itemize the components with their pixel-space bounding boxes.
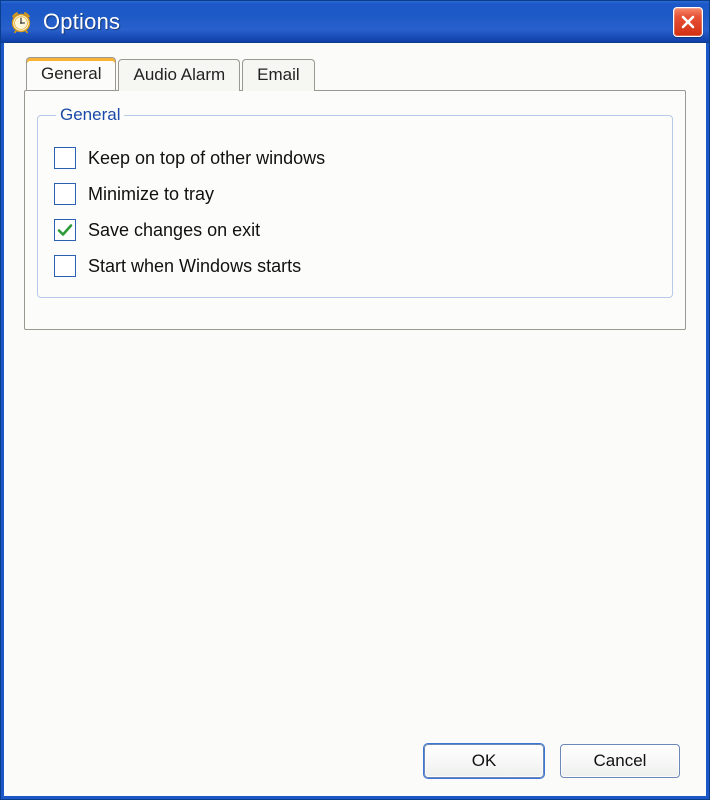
checkbox-keep-on-top[interactable]	[54, 147, 76, 169]
option-label: Minimize to tray	[88, 184, 214, 205]
alarm-clock-icon	[9, 10, 33, 34]
tab-panel-general: General Keep on top of other windows	[24, 90, 686, 330]
tab-audio-alarm[interactable]: Audio Alarm	[118, 59, 240, 91]
group-legend: General	[56, 105, 124, 125]
close-icon	[680, 14, 696, 30]
tab-email[interactable]: Email	[242, 59, 315, 91]
tabstrip: General Audio Alarm Email	[26, 57, 686, 90]
option-start-with-windows[interactable]: Start when Windows starts	[54, 255, 658, 277]
checkbox-save-on-exit[interactable]	[54, 219, 76, 241]
ok-button[interactable]: OK	[424, 744, 544, 778]
close-button[interactable]	[673, 7, 703, 37]
spacer	[24, 330, 686, 732]
option-keep-on-top[interactable]: Keep on top of other windows	[54, 147, 658, 169]
checkbox-minimize-to-tray[interactable]	[54, 183, 76, 205]
option-label: Start when Windows starts	[88, 256, 301, 277]
option-save-on-exit[interactable]: Save changes on exit	[54, 219, 658, 241]
option-label: Save changes on exit	[88, 220, 260, 241]
option-minimize-to-tray[interactable]: Minimize to tray	[54, 183, 658, 205]
client-area: General Audio Alarm Email General Keep o…	[1, 43, 709, 799]
button-bar: OK Cancel	[24, 732, 686, 782]
checkbox-start-with-windows[interactable]	[54, 255, 76, 277]
cancel-button[interactable]: Cancel	[560, 744, 680, 778]
window-title: Options	[43, 9, 673, 35]
titlebar: Options	[1, 1, 709, 43]
option-label: Keep on top of other windows	[88, 148, 325, 169]
general-group: General Keep on top of other windows	[37, 105, 673, 298]
tab-general[interactable]: General	[26, 57, 116, 90]
options-window: Options General Audio Alarm Email Genera…	[0, 0, 710, 800]
